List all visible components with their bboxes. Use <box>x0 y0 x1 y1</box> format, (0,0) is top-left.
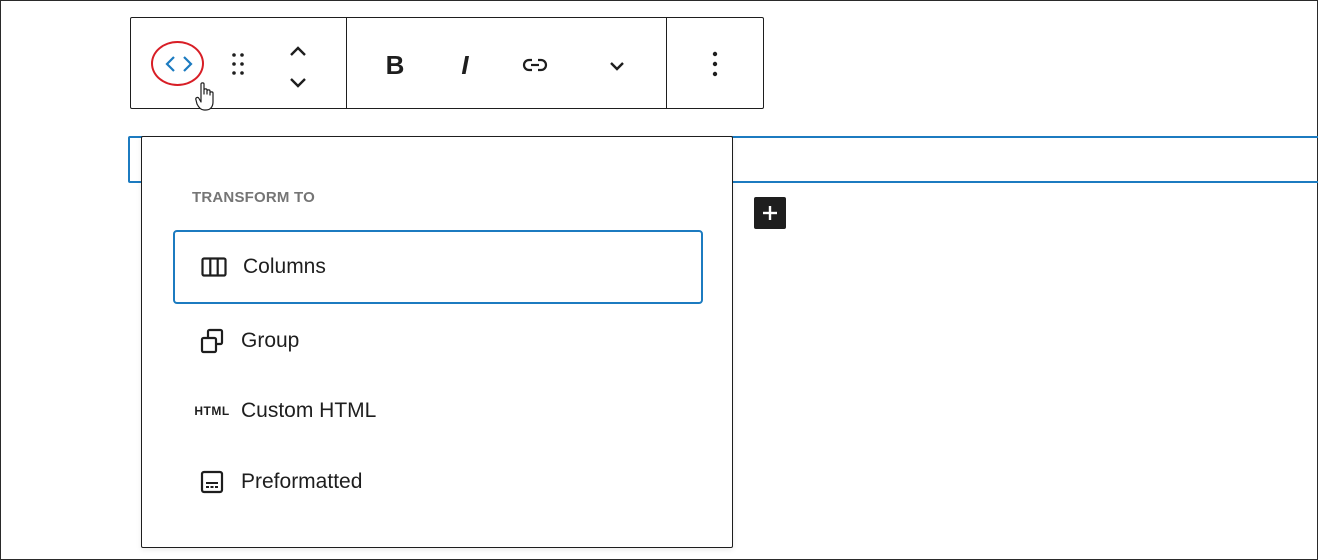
options-button[interactable] <box>697 46 733 82</box>
highlight-circle <box>151 41 204 86</box>
move-up-button[interactable] <box>281 40 315 62</box>
chevron-down-icon <box>610 62 624 71</box>
chevron-up-icon <box>290 46 306 56</box>
menu-item-custom-html[interactable]: HTML Custom HTML <box>173 374 703 448</box>
plus-icon <box>763 206 777 220</box>
preformatted-icon <box>191 470 233 494</box>
menu-item-label: Preformatted <box>241 470 363 493</box>
block-inserter-button[interactable] <box>754 197 786 229</box>
move-down-button[interactable] <box>281 72 315 94</box>
toolbar-group-block <box>131 18 347 111</box>
menu-item-label: Group <box>241 329 300 352</box>
chevron-down-icon <box>290 78 306 88</box>
block-toolbar: B I <box>130 17 764 111</box>
menu-item-label: Columns <box>243 255 326 278</box>
italic-button[interactable]: I <box>447 48 483 82</box>
menu-item-preformatted[interactable]: Preformatted <box>173 445 703 519</box>
bold-button[interactable]: B <box>377 48 413 82</box>
drag-handle-icon <box>232 53 244 75</box>
link-icon <box>522 58 548 72</box>
bold-label: B <box>385 49 405 80</box>
toolbar-group-options <box>667 18 763 108</box>
more-formatting-button[interactable] <box>599 50 635 82</box>
toolbar-group-formatting: B I <box>347 18 667 108</box>
columns-icon <box>193 257 235 277</box>
popover-title: TRANSFORM TO <box>192 189 315 206</box>
drag-handle[interactable] <box>223 48 253 80</box>
transform-popover: TRANSFORM TO Columns Group HTML Custom H… <box>141 136 733 548</box>
hand-cursor-icon <box>195 82 217 117</box>
group-icon <box>191 328 233 354</box>
menu-item-group[interactable]: Group <box>173 304 703 378</box>
html-badge: HTML <box>194 404 230 418</box>
link-button[interactable] <box>513 48 557 82</box>
menu-item-columns[interactable]: Columns <box>173 230 703 304</box>
more-vertical-icon <box>712 51 718 77</box>
italic-label: I <box>461 49 469 80</box>
menu-item-label: Custom HTML <box>241 399 377 422</box>
html-icon: HTML <box>191 404 233 418</box>
